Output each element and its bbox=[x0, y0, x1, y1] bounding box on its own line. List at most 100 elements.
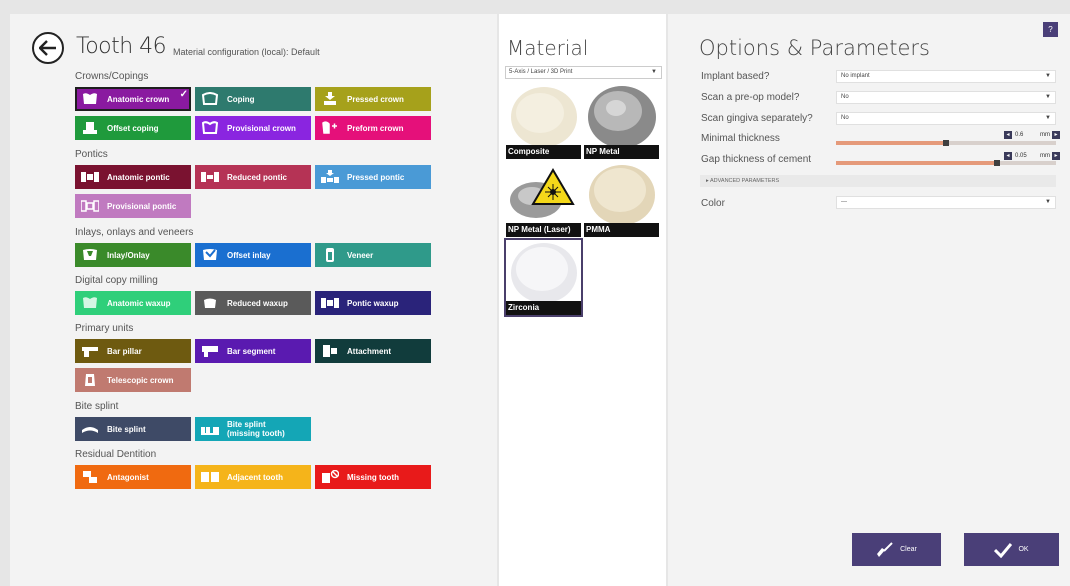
tile-attachment[interactable]: Attachment bbox=[315, 339, 431, 363]
help-button[interactable]: ? bbox=[1043, 22, 1058, 37]
material-card-composite[interactable]: Composite bbox=[506, 84, 581, 159]
tile-missing-tooth[interactable]: Missing tooth bbox=[315, 465, 431, 489]
material-card-np-metal-laser[interactable]: NP Metal (Laser) bbox=[506, 162, 581, 237]
stepper-value[interactable]: 0.6 bbox=[1012, 132, 1036, 138]
stepper-unit: mm bbox=[1040, 131, 1050, 138]
options-title: Options & Parameters bbox=[699, 36, 930, 60]
tile-label: Bite splint (missing tooth) bbox=[227, 420, 285, 438]
tile-reduced-waxup[interactable]: Reduced waxup bbox=[195, 291, 311, 315]
tile-offset-coping[interactable]: Offset coping bbox=[75, 116, 191, 140]
tile-pressed-crown[interactable]: Pressed crown bbox=[315, 87, 431, 111]
tile-provisional-pontic[interactable]: Provisional pontic bbox=[75, 194, 191, 218]
increment-button[interactable]: ▸ bbox=[1052, 151, 1060, 160]
tile-inlay-onlay[interactable]: Inlay/Onlay bbox=[75, 243, 191, 267]
tile-pontic-waxup[interactable]: Pontic waxup bbox=[315, 291, 431, 315]
pressed-pontic-icon bbox=[320, 169, 340, 185]
scan-gingiva-dropdown[interactable]: No ▼ bbox=[836, 112, 1056, 125]
scan-preop-label: Scan a pre-op model? bbox=[701, 92, 800, 103]
section-primary-units: Primary units bbox=[75, 323, 134, 334]
advanced-parameters-label: ADVANCED PARAMETERS bbox=[710, 178, 780, 184]
crown-icon bbox=[80, 91, 100, 107]
veneer-icon bbox=[320, 247, 340, 263]
tile-label: Adjacent tooth bbox=[227, 472, 283, 482]
slider-fill bbox=[836, 141, 946, 145]
tile-bite-splint-missing-tooth[interactable]: Bite splint (missing tooth) bbox=[195, 417, 311, 441]
material-card-pmma[interactable]: PMMA bbox=[584, 162, 659, 237]
material-card-np-metal[interactable]: NP Metal bbox=[584, 84, 659, 159]
tile-label: Preform crown bbox=[347, 123, 404, 133]
arrow-left-icon bbox=[39, 40, 56, 56]
dropdown-value: No bbox=[841, 94, 849, 100]
tile-label: Attachment bbox=[347, 346, 392, 356]
tile-label: Pressed crown bbox=[347, 94, 404, 104]
tile-label: Telescopic crown bbox=[107, 375, 174, 385]
clear-button[interactable]: Clear bbox=[852, 533, 941, 566]
tile-preform-crown[interactable]: Preform crown bbox=[315, 116, 431, 140]
offset-inlay-icon bbox=[200, 247, 220, 263]
reduced-pontic-icon bbox=[200, 169, 220, 185]
tile-provisional-crown[interactable]: Provisional crown bbox=[195, 116, 311, 140]
color-dropdown[interactable]: --- ▼ bbox=[836, 196, 1056, 209]
increment-button[interactable]: ▸ bbox=[1052, 130, 1060, 139]
material-card-zirconia[interactable]: Zirconia ✓ bbox=[504, 238, 583, 317]
provisional-crown-icon bbox=[200, 120, 220, 136]
tile-anatomic-waxup[interactable]: Anatomic waxup bbox=[75, 291, 191, 315]
tile-label-line2: (missing tooth) bbox=[227, 429, 285, 438]
tile-label: Pontic waxup bbox=[347, 298, 399, 308]
slider-fill bbox=[836, 161, 997, 165]
tile-label: Provisional crown bbox=[227, 123, 296, 133]
tile-pressed-pontic[interactable]: Pressed pontic bbox=[315, 165, 431, 189]
machine-type-dropdown[interactable]: 5-Axis / Laser / 3D Print ▼ bbox=[505, 66, 662, 79]
decrement-button[interactable]: ◂ bbox=[1004, 130, 1012, 139]
slider-knob[interactable] bbox=[943, 140, 949, 146]
tile-telescopic-crown[interactable]: Telescopic crown bbox=[75, 368, 191, 392]
tile-veneer[interactable]: Veneer bbox=[315, 243, 431, 267]
coping-icon bbox=[200, 91, 220, 107]
scan-preop-dropdown[interactable]: No ▼ bbox=[836, 91, 1056, 104]
tile-bar-segment[interactable]: Bar segment bbox=[195, 339, 311, 363]
np-metal-laser-image bbox=[506, 162, 581, 223]
bar-pillar-icon bbox=[80, 343, 100, 359]
material-config-subtitle: Material configuration (local): Default bbox=[173, 47, 320, 57]
slider-knob[interactable] bbox=[993, 160, 1000, 166]
stepper-value[interactable]: 0.05 bbox=[1012, 153, 1036, 159]
bar-segment-icon bbox=[200, 343, 220, 359]
tile-label: Antagonist bbox=[107, 472, 149, 482]
telescopic-crown-icon bbox=[80, 372, 100, 388]
implant-based-dropdown[interactable]: No implant ▼ bbox=[836, 70, 1056, 83]
gap-thickness-slider[interactable] bbox=[836, 160, 1056, 166]
tile-coping[interactable]: Coping bbox=[195, 87, 311, 111]
material-name: NP Metal (Laser) bbox=[508, 225, 571, 234]
tile-bite-splint[interactable]: Bite splint bbox=[75, 417, 191, 441]
ok-label: OK bbox=[1018, 546, 1029, 553]
ok-button[interactable]: OK bbox=[964, 533, 1059, 566]
dropdown-value: No bbox=[841, 115, 849, 121]
dropdown-value: --- bbox=[841, 199, 847, 205]
decrement-button[interactable]: ◂ bbox=[1004, 151, 1012, 160]
material-name: Composite bbox=[508, 147, 550, 156]
tile-bar-pillar[interactable]: Bar pillar bbox=[75, 339, 191, 363]
color-label: Color bbox=[701, 198, 725, 209]
tile-label: Offset coping bbox=[107, 123, 159, 133]
reduced-waxup-icon bbox=[200, 295, 220, 311]
dropdown-arrow-icon: ▼ bbox=[1045, 73, 1051, 79]
minimal-thickness-slider[interactable] bbox=[836, 140, 1056, 146]
tile-offset-inlay[interactable]: Offset inlay bbox=[195, 243, 311, 267]
tile-antagonist[interactable]: Antagonist bbox=[75, 465, 191, 489]
dropdown-arrow-icon: ▼ bbox=[1045, 199, 1051, 205]
tile-adjacent-tooth[interactable]: Adjacent tooth bbox=[195, 465, 311, 489]
checkmark-icon bbox=[994, 542, 1013, 558]
tile-label: Reduced waxup bbox=[227, 298, 288, 308]
tile-anatomic-pontic[interactable]: Anatomic pontic bbox=[75, 165, 191, 189]
dropdown-arrow-icon: ▼ bbox=[1045, 94, 1051, 100]
tile-label: Inlay/Onlay bbox=[107, 250, 150, 260]
scan-gingiva-label: Scan gingiva separately? bbox=[701, 113, 813, 124]
advanced-parameters-toggle[interactable]: ▸ ADVANCED PARAMETERS bbox=[700, 175, 1056, 187]
tile-label: Anatomic waxup bbox=[107, 298, 171, 308]
tile-anatomic-crown[interactable]: Anatomic crown ✓ bbox=[75, 87, 191, 111]
section-pontics: Pontics bbox=[75, 149, 108, 160]
material-title: Material bbox=[507, 36, 589, 60]
tile-reduced-pontic[interactable]: Reduced pontic bbox=[195, 165, 311, 189]
tile-label: Bar segment bbox=[227, 346, 276, 356]
back-button[interactable] bbox=[32, 32, 64, 64]
